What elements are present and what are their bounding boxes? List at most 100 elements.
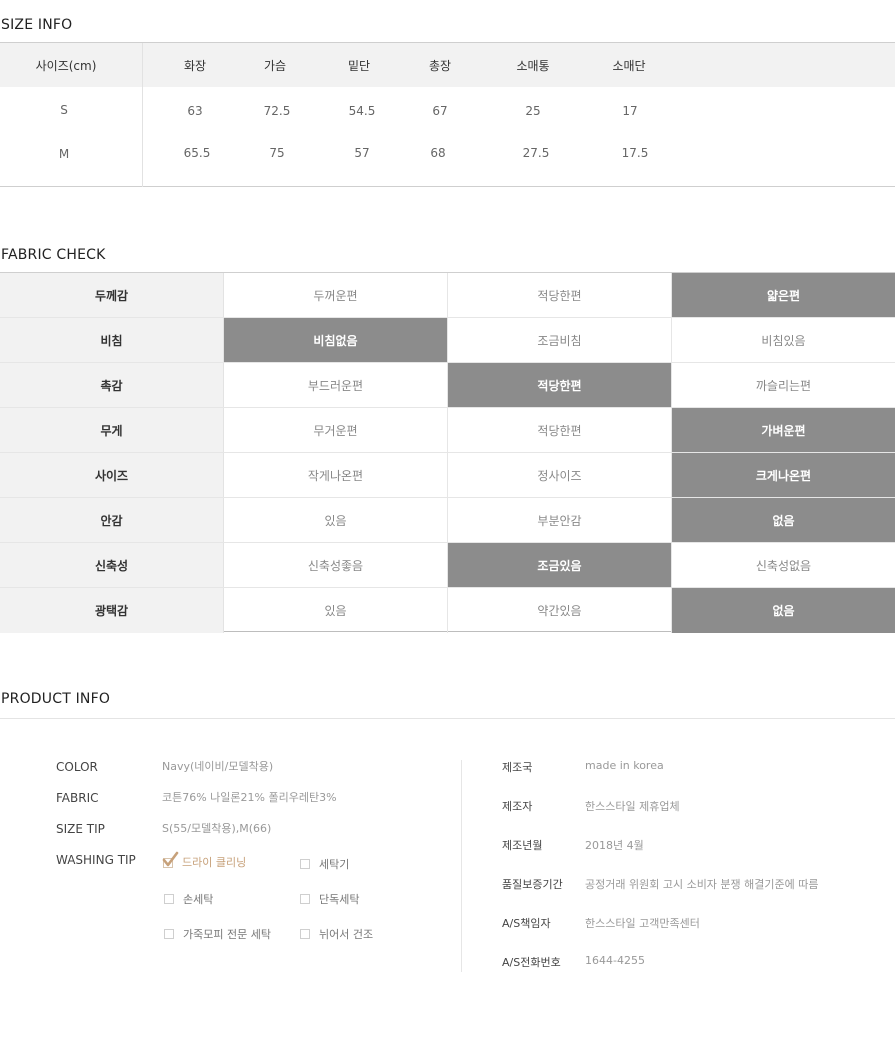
fabric-option-selected: 없음 <box>672 588 895 633</box>
fabric-row: 안감 있음 부분안감 없음 <box>0 498 895 543</box>
checkbox-icon <box>300 929 310 939</box>
as-phone-value: 1644-4255 <box>585 954 645 967</box>
fabric-option: 작게나온편 <box>224 453 448 497</box>
fabric-row: 촉감 부드러운편 적당한편 까슬리는편 <box>0 363 895 408</box>
as-phone-label: A/S전화번호 <box>502 956 561 969</box>
size-row-label: S <box>60 103 68 117</box>
fabric-option: 무거운편 <box>224 408 448 452</box>
fabric-row: 사이즈 작게나온편 정사이즈 크게나온편 <box>0 453 895 498</box>
size-cell: 68 <box>430 146 446 160</box>
fabric-option: 있음 <box>224 498 448 542</box>
size-cell: 72.5 <box>263 104 291 118</box>
fabric-option-selected: 얇은편 <box>672 273 895 317</box>
fabric-option-selected: 크게나온편 <box>672 453 895 497</box>
checkbox-icon <box>164 894 174 904</box>
washing-tip-label: WASHING TIP <box>56 853 136 867</box>
size-cell: 65.5 <box>183 146 211 160</box>
fabric-option-selected: 없음 <box>672 498 895 542</box>
size-tip-label: SIZE TIP <box>56 822 105 836</box>
fabric-option: 신축성없음 <box>755 558 812 573</box>
fabric-row-label: 광택감 <box>0 588 224 633</box>
product-info-title: PRODUCT INFO <box>1 691 111 707</box>
fabric-row-label: 비침 <box>0 318 224 362</box>
fabric-row: 신축성 신축성좋음 조금있음 신축성없음 <box>0 543 895 588</box>
warranty-value: 공정거래 위원회 고시 소비자 분쟁 해결기준에 따름 <box>585 878 819 891</box>
manufacturer-value: 한스스타일 제휴업체 <box>585 800 680 813</box>
fabric-row-label: 신축성 <box>0 543 224 587</box>
color-value: Navy(네이비/모델착용) <box>162 760 274 773</box>
washing-option-label: 손세탁 <box>183 893 214 906</box>
fabric-value: 코튼76% 나일론21% 폴리우레탄3% <box>162 791 337 804</box>
fabric-check-title: FABRIC CHECK <box>1 247 106 263</box>
washing-option-label: 가죽모피 전문 세탁 <box>183 928 271 941</box>
as-manager-value: 한스스타일 고객만족센터 <box>585 917 700 930</box>
size-header-label: 사이즈(cm) <box>35 59 97 73</box>
fabric-row-label: 안감 <box>0 498 224 542</box>
size-col-header: 밑단 <box>347 59 371 73</box>
size-col-header: 총장 <box>428 59 452 73</box>
fabric-row: 광택감 있음 약간있음 없음 <box>0 588 895 633</box>
checkbox-icon <box>164 929 174 939</box>
size-col-header: 소매단 <box>612 59 646 73</box>
size-info-title: SIZE INFO <box>1 17 73 33</box>
fabric-option: 있음 <box>224 588 448 633</box>
size-cell: 27.5 <box>522 146 550 160</box>
washing-option-dry-cleaning: 드라이 클리닝 <box>162 851 247 870</box>
manufacturer-label: 제조자 <box>502 800 533 813</box>
fabric-option: 적당한편 <box>448 273 672 317</box>
origin-value: made in korea <box>585 759 664 772</box>
fabric-check-table: 두께감 두꺼운편 적당한편 얇은편 비침 비침없음 조금비침 비침있음촉감 부드러운편 적당한편 까… <box>0 272 895 633</box>
fabric-option-selected: 비침없음 <box>224 318 448 362</box>
size-col-header: 화장 <box>183 59 207 73</box>
origin-label: 제조국 <box>502 761 533 774</box>
fabric-row: 무게 무거운편 적당한편 가벼운편 <box>0 408 895 453</box>
manufacture-date-value: 2018년 4월 <box>585 839 644 852</box>
size-cell: 67 <box>432 104 448 118</box>
fabric-option: 부분안감 <box>448 498 672 542</box>
size-cell: 57 <box>354 146 370 160</box>
fabric-option: 적당한편 <box>448 408 672 452</box>
fabric-option: 부드러운편 <box>224 363 448 407</box>
fabric-row: 비침 비침없음 조금비침 비침있음 <box>0 318 895 363</box>
washing-option-leather: 가죽모피 전문 세탁 <box>164 926 271 942</box>
size-row-label: M <box>58 147 70 161</box>
product-info-separator <box>461 760 462 972</box>
washing-option-separate: 단독세탁 <box>300 891 359 907</box>
fabric-row-label: 사이즈 <box>0 453 224 497</box>
size-cell: 54.5 <box>348 104 376 118</box>
size-table: 사이즈(cm) 화장 가슴 밑단 총장 소매통 소매단 S 63 72.5 54… <box>0 42 895 187</box>
washing-option-hand: 손세탁 <box>164 891 213 907</box>
fabric-option-selected: 적당한편 <box>448 363 672 407</box>
washing-option-label: 드라이 클리닝 <box>182 855 247 869</box>
fabric-row-label: 촉감 <box>0 363 224 407</box>
size-cell: 25 <box>525 104 541 118</box>
fabric-option-selected: 가벼운편 <box>672 408 895 452</box>
size-tip-value: S(55/모델착용),M(66) <box>162 822 272 835</box>
fabric-row-label: 두께감 <box>0 273 224 317</box>
fabric-option-selected: 조금있음 <box>448 543 672 587</box>
checkmark-icon <box>162 851 179 870</box>
fabric-row-label: 무게 <box>0 408 224 452</box>
warranty-label: 품질보증기간 <box>502 878 563 891</box>
fabric-row: 두께감 두꺼운편 적당한편 얇은편 <box>0 273 895 318</box>
as-manager-label: A/S책임자 <box>502 917 551 930</box>
washing-option-machine: 세탁기 <box>300 856 349 872</box>
size-cell: 17 <box>622 104 638 118</box>
fabric-option: 비침있음 <box>761 333 806 348</box>
fabric-option: 정사이즈 <box>448 453 672 497</box>
washing-option-label: 뉘어서 건조 <box>319 928 374 941</box>
fabric-option: 약간있음 <box>448 588 672 633</box>
washing-option-label: 세탁기 <box>319 858 350 871</box>
color-label: COLOR <box>56 760 98 774</box>
washing-option-flat-dry: 뉘어서 건조 <box>300 926 373 942</box>
fabric-option: 신축성좋음 <box>224 543 448 587</box>
size-cell: 17.5 <box>621 146 649 160</box>
washing-option-label: 단독세탁 <box>319 893 360 906</box>
fabric-option: 조금비침 <box>448 318 672 362</box>
size-col-header: 소매통 <box>516 59 550 73</box>
manufacture-date-label: 제조년월 <box>502 839 543 852</box>
size-cell: 63 <box>187 104 203 118</box>
checkbox-icon <box>300 894 310 904</box>
size-col-header: 가슴 <box>263 59 287 73</box>
fabric-label: FABRIC <box>56 791 99 805</box>
